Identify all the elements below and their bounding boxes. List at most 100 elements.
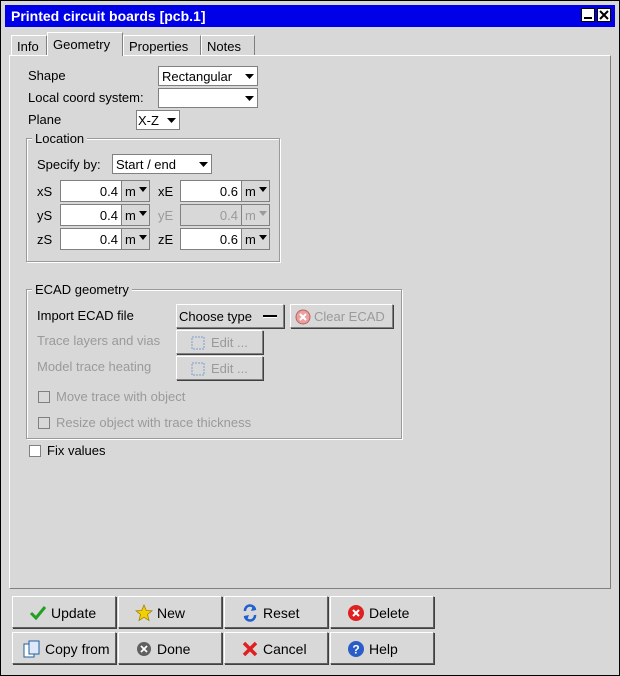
done-icon <box>137 642 151 656</box>
help-label: Help <box>369 641 398 657</box>
import-ecad-label: Import ECAD file <box>37 308 134 323</box>
xs-unit: m <box>125 184 136 199</box>
window-title: Printed circuit boards [pcb.1] <box>11 8 206 24</box>
shape-label: Shape <box>28 68 66 83</box>
plane-label: Plane <box>28 112 62 127</box>
xs-label: xS <box>37 184 53 199</box>
fix-values-label: Fix values <box>47 443 106 458</box>
checkmark-icon <box>29 606 47 621</box>
chevron-down-icon <box>245 74 254 79</box>
shape-value: Rectangular <box>162 69 233 84</box>
chevron-down-icon <box>245 96 254 101</box>
specify-by-value: Start / end <box>116 157 176 172</box>
menu-indicator-icon <box>263 315 277 318</box>
fix-values-checkbox[interactable] <box>29 445 41 457</box>
dialog-window: Printed circuit boards [pcb.1] Info Geom… <box>0 0 620 676</box>
close-button[interactable] <box>597 8 611 22</box>
xs-unit-select[interactable]: m <box>121 180 150 202</box>
local-coord-label: Local coord system: <box>28 90 144 105</box>
move-trace-label: Move trace with object <box>56 389 186 404</box>
copy-from-button[interactable]: Copy from <box>12 632 116 664</box>
resize-object-label: Resize object with trace thickness <box>56 415 252 430</box>
ecad-legend: ECAD geometry <box>32 282 132 297</box>
chevron-down-icon <box>139 235 147 240</box>
tab-geometry[interactable]: Geometry <box>47 32 123 56</box>
tab-notes-label: Notes <box>207 39 241 54</box>
shape-select[interactable]: Rectangular <box>158 66 258 86</box>
delete-button[interactable]: Delete <box>330 596 434 628</box>
ys-input[interactable]: 0.4 <box>60 204 122 226</box>
trace-layers-label: Trace layers and vias <box>37 333 161 348</box>
copy-icon <box>23 640 40 658</box>
chevron-down-icon <box>167 118 176 123</box>
clear-icon <box>295 309 311 325</box>
update-button[interactable]: Update <box>12 596 116 628</box>
plane-value: X-Z <box>138 113 159 128</box>
xs-input[interactable]: 0.4 <box>60 180 122 202</box>
ys-label: yS <box>37 208 53 223</box>
ye-input: 0.4 <box>180 204 242 226</box>
ze-unit-select[interactable]: m <box>241 228 270 250</box>
tab-properties-label: Properties <box>129 39 189 54</box>
minimize-button[interactable] <box>581 8 595 22</box>
zs-input[interactable]: 0.4 <box>60 228 122 250</box>
chevron-down-icon <box>139 187 147 192</box>
specify-by-select[interactable]: Start / end <box>112 154 212 174</box>
tab-notes[interactable]: Notes <box>201 35 255 55</box>
edit-icon <box>191 362 205 376</box>
delete-label: Delete <box>369 605 410 621</box>
tab-properties[interactable]: Properties <box>123 35 201 55</box>
new-button[interactable]: New <box>118 596 222 628</box>
edit-icon <box>191 336 205 350</box>
clear-ecad-label: Clear ECAD <box>314 309 385 324</box>
choose-type-button[interactable]: Choose type <box>176 304 284 328</box>
title-bar: Printed circuit boards [pcb.1] <box>5 5 615 27</box>
ze-unit: m <box>245 232 256 247</box>
close-icon <box>599 10 609 20</box>
resize-object-checkbox <box>38 417 50 429</box>
ye-unit: m <box>245 208 256 223</box>
move-trace-checkbox <box>38 391 50 403</box>
local-coord-select[interactable] <box>158 88 258 108</box>
trace-layers-edit-label: Edit ... <box>211 335 248 350</box>
chevron-down-icon <box>199 162 208 167</box>
choose-type-label: Choose type <box>179 309 252 324</box>
reset-icon <box>243 604 257 622</box>
tab-geometry-label: Geometry <box>53 37 111 52</box>
ye-unit-select: m <box>241 204 270 226</box>
minimize-icon <box>584 17 592 19</box>
cancel-button[interactable]: Cancel <box>224 632 328 664</box>
zs-unit: m <box>125 232 136 247</box>
location-legend: Location <box>32 131 88 146</box>
reset-label: Reset <box>263 605 300 621</box>
ze-input[interactable]: 0.6 <box>180 228 242 250</box>
ze-label: zE <box>158 232 174 247</box>
cancel-label: Cancel <box>263 641 307 657</box>
xe-unit-select[interactable]: m <box>241 180 270 202</box>
trace-layers-edit-button: Edit ... <box>176 330 263 354</box>
update-label: Update <box>51 605 97 621</box>
help-icon: ? <box>348 641 364 657</box>
new-label: New <box>157 605 186 621</box>
clear-ecad-button: Clear ECAD <box>290 304 393 328</box>
ye-label: yE <box>158 208 174 223</box>
zs-label: zS <box>37 232 53 247</box>
geometry-panel: Shape Rectangular Local coord system: Pl… <box>9 55 611 589</box>
model-trace-edit-button: Edit ... <box>176 356 263 380</box>
copy-from-label: Copy from <box>45 641 110 657</box>
tab-info-label: Info <box>17 39 39 54</box>
zs-unit-select[interactable]: m <box>121 228 150 250</box>
help-button[interactable]: ? Help <box>330 632 434 664</box>
ys-unit-select[interactable]: m <box>121 204 150 226</box>
cancel-icon <box>242 641 258 657</box>
model-trace-label: Model trace heating <box>37 359 152 374</box>
chevron-down-icon <box>139 211 147 216</box>
done-button[interactable]: Done <box>118 632 222 664</box>
xe-unit: m <box>245 184 256 199</box>
tab-info[interactable]: Info <box>11 35 47 55</box>
ys-unit: m <box>125 208 136 223</box>
star-icon <box>135 604 153 622</box>
plane-select[interactable]: X-Z <box>136 110 180 130</box>
xe-input[interactable]: 0.6 <box>180 180 242 202</box>
reset-button[interactable]: Reset <box>224 596 328 628</box>
